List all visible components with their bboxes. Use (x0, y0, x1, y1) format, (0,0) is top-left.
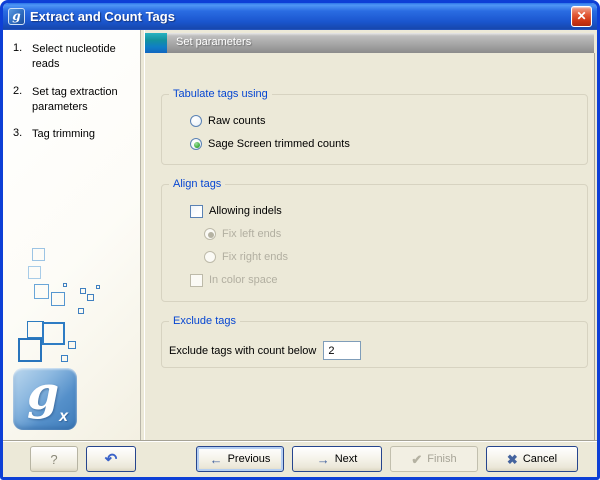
radio-option-fix-right-ends: Fix right ends (204, 249, 587, 265)
app-icon: g (8, 8, 25, 25)
arrow-left-icon: ← (209, 451, 223, 467)
help-button[interactable]: ? (30, 446, 78, 472)
logo-letter-g: g (27, 366, 60, 420)
radio-option-fix-left-ends: Fix left ends (204, 226, 587, 242)
checkbox-allowing-indels[interactable]: Allowing indels (190, 203, 587, 219)
group-align-tags: Align tags Allowing indels Fix left ends… (161, 178, 588, 302)
radio-option-sage-screen-trimmed-counts[interactable]: Sage Screen trimmed counts (190, 136, 587, 152)
reset-button[interactable]: ↶ (86, 446, 136, 472)
radio-label: Fix left ends (222, 228, 282, 240)
wizard-steps-sidebar: 1. Select nucleotide reads 2. Set tag ex… (3, 30, 140, 440)
arrow-right-icon: → (316, 451, 330, 467)
previous-label: Previous (227, 453, 271, 465)
radio-label: Raw counts (208, 115, 266, 127)
group-tabulate-tags: Tabulate tags using Raw counts Sage Scre… (161, 88, 588, 165)
radio-icon (204, 251, 216, 263)
exclude-count-row: Exclude tags with count below (169, 341, 587, 360)
gx-logo: g x (13, 366, 77, 430)
step-label: Select nucleotide reads (32, 43, 116, 70)
radio-label: Fix right ends (222, 251, 289, 263)
checkbox-label: Allowing indels (209, 205, 282, 217)
group-exclude-tags: Exclude tags Exclude tags with count bel… (161, 315, 588, 368)
finish-label: Finish (427, 453, 457, 465)
checkbox-in-color-space: In color space (190, 272, 587, 288)
close-button[interactable]: ✕ (571, 6, 592, 27)
group-title: Align tags (173, 178, 222, 190)
step-number: 2. (13, 84, 23, 97)
exclude-count-label: Exclude tags with count below (169, 344, 317, 357)
parameters-form: Tabulate tags using Raw counts Sage Scre… (145, 53, 595, 440)
wizard-dialog: g Extract and Count Tags ✕ 1. Select nuc… (0, 0, 600, 480)
wizard-button-bar: ? ↶ ← Previous → Next ✔ Finish ✖ Cancel (3, 440, 597, 477)
x-icon: ✖ (506, 451, 518, 467)
radio-icon (204, 228, 216, 240)
step-header-bar: Set parameters (145, 33, 594, 53)
title-bar: g Extract and Count Tags ✕ (3, 3, 597, 30)
cancel-button[interactable]: ✖ Cancel (486, 446, 578, 472)
checkbox-label: In color space (209, 274, 278, 286)
next-label: Next (334, 453, 358, 465)
step-item-2: 2. Set tag extraction parameters (13, 85, 140, 115)
header-accent-square (145, 33, 167, 53)
step-list: 1. Select nucleotide reads 2. Set tag ex… (13, 42, 140, 142)
step-number: 1. (13, 42, 23, 54)
cancel-label: Cancel (522, 453, 558, 465)
next-button[interactable]: → Next (292, 446, 382, 472)
step-item-3: 3. Tag trimming (13, 127, 140, 142)
radio-option-raw-counts[interactable]: Raw counts (190, 113, 587, 129)
step-number: 3. (13, 127, 23, 140)
finish-button: ✔ Finish (390, 446, 478, 472)
checkmark-icon: ✔ (411, 451, 423, 467)
checkbox-icon (190, 204, 203, 218)
window-title: Extract and Count Tags (30, 9, 175, 24)
main-panel: Set parameters Tabulate tags using Raw c… (145, 30, 597, 440)
previous-button[interactable]: ← Previous (196, 446, 284, 472)
step-label: Set tag extraction parameters (32, 85, 118, 113)
checkbox-icon (190, 273, 203, 287)
step-label: Tag trimming (32, 128, 95, 141)
exclude-count-input[interactable] (323, 341, 362, 360)
step-header-title: Set parameters (167, 33, 594, 53)
logo-letter-x: x (59, 408, 68, 425)
step-item-1: 1. Select nucleotide reads (13, 42, 140, 72)
radio-label: Sage Screen trimmed counts (208, 138, 350, 150)
group-title: Exclude tags (173, 315, 236, 327)
undo-arrow-icon: ↶ (104, 450, 118, 468)
radio-icon (190, 138, 202, 150)
group-title: Tabulate tags using (173, 88, 268, 100)
radio-icon (190, 115, 202, 127)
